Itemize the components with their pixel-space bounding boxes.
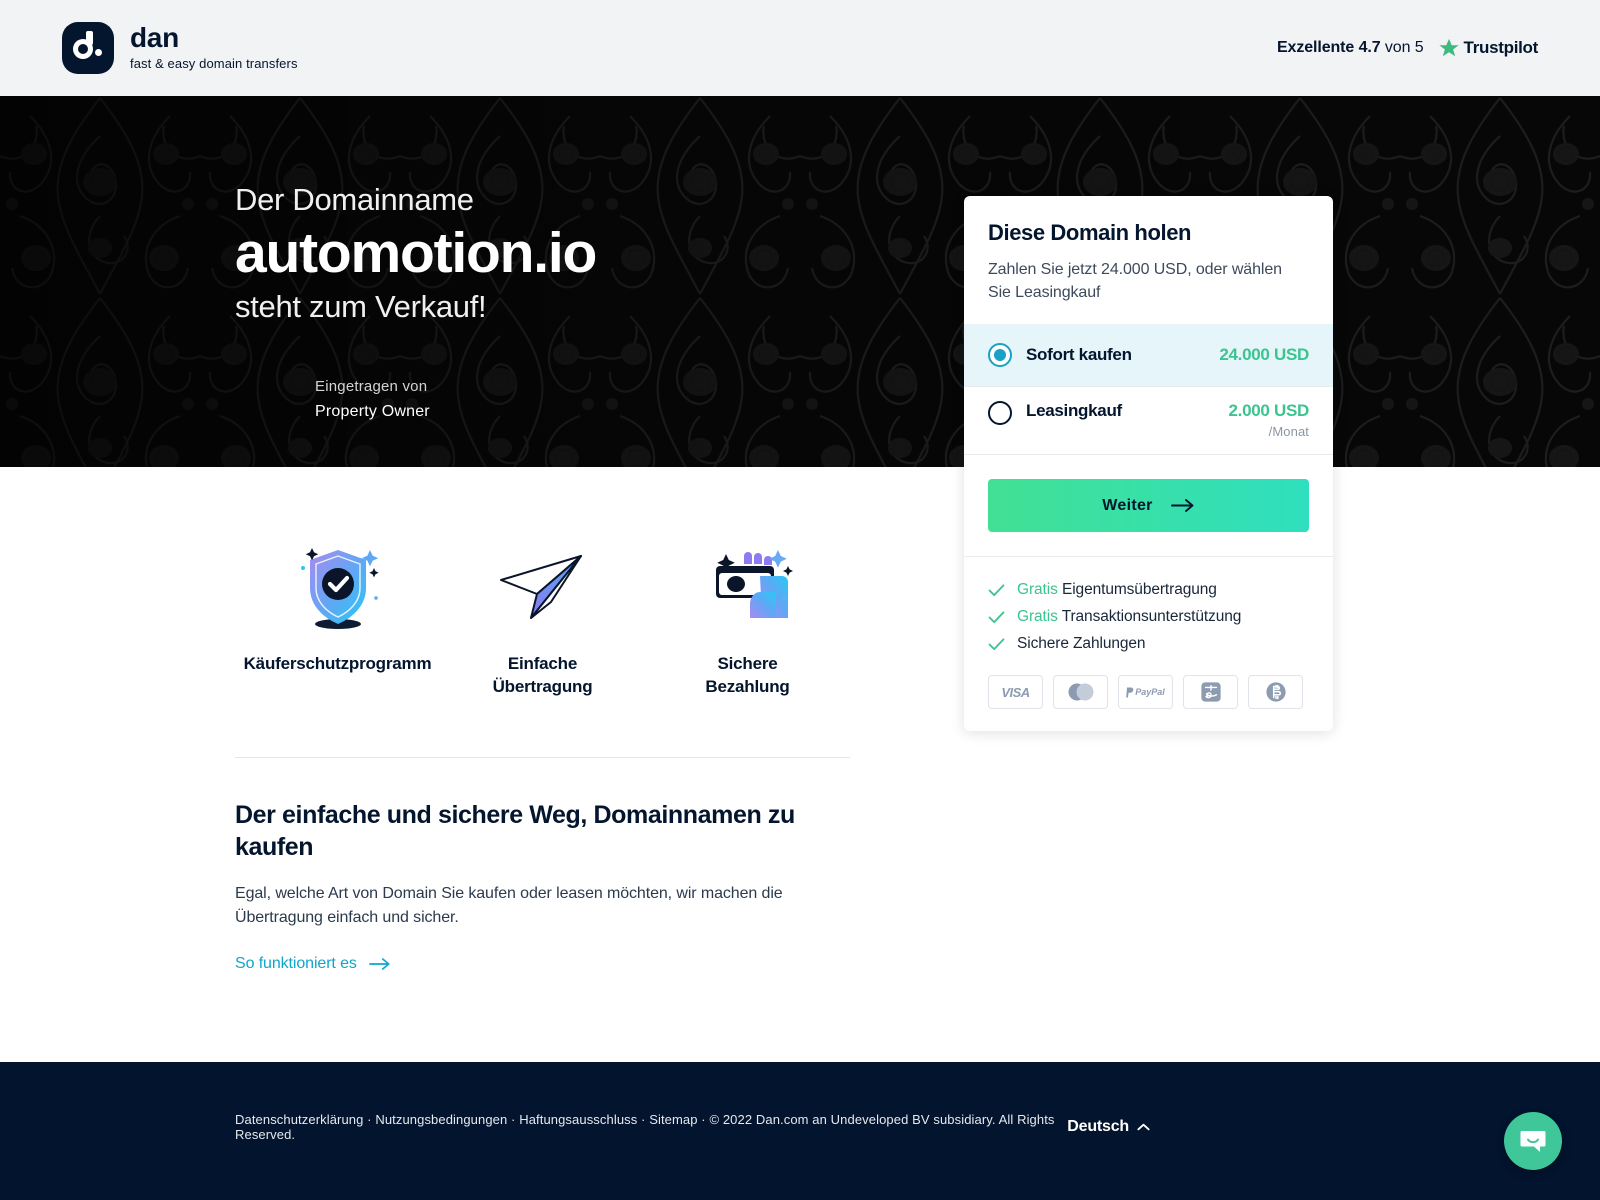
feature-label-line1: Einfache [507,654,578,673]
site-header: dan fast & easy domain transfers Exzelle… [0,0,1600,96]
guarantee-item: Gratis Eigentumsübertragung [988,581,1309,599]
hero-domain-name: automotion.io [235,220,597,285]
option-label: Sofort kaufen [1026,345,1132,365]
alipay-icon [1183,675,1238,710]
language-selector[interactable]: Deutsch [1067,1118,1150,1136]
card-header: Diese Domain holen Zahlen Sie jetzt 24.0… [964,196,1333,324]
mastercard-icon [1053,675,1108,710]
feature-label: Sichere Bezahlung [705,652,789,699]
hero-owner-block: Eingetragen von Property Owner [235,375,955,425]
card-title: Diese Domain holen [988,220,1192,245]
chat-bubble-icon [1520,1131,1546,1152]
option-period: /Monat [1268,424,1309,440]
check-icon [988,611,1005,623]
arrow-right-icon [1170,499,1194,513]
guarantee-text: Sichere Zahlungen [1017,635,1146,653]
paypal-label: PayPal [1135,687,1165,698]
hero-kicker: Der Domainname [235,182,474,217]
trustpilot-name: Trustpilot [1463,38,1539,57]
cta-container: Weiter [964,454,1333,556]
paper-plane-icon [493,536,593,636]
paypal-icon: PayPal [1118,675,1173,710]
trustpilot-rating[interactable]: Exzellente 4.7 von 5 Trustpilot [1277,37,1538,59]
footer-links: Datenschutzerklärung · Nutzungsbedingung… [235,1112,1067,1142]
guarantee-text: Eigentumsübertragung [1061,581,1217,599]
feature-label: Einfache Übertragung [493,652,593,699]
owner-label: Eingetragen von [315,378,428,396]
how-it-works-link[interactable]: So funktioniert es [235,955,391,973]
rating-text: Exzellente 4.7 von 5 [1277,39,1424,57]
hero-subtitle: steht zum Verkauf! [235,289,487,325]
hero-content: Der Domainname automotion.io steht zum V… [235,182,955,425]
site-footer: Datenschutzerklärung · Nutzungsbedingung… [0,1062,1600,1200]
feature-label: Käuferschutzprogramm [243,654,432,673]
info-title: Der einfache und sichere Weg, Domainname… [235,801,795,861]
radio-unselected-icon[interactable] [988,401,1012,426]
guarantee-text: Transaktionsunterstützung [1061,608,1242,626]
continue-label: Weiter [1102,496,1153,514]
feature-buyer-protection: Käuferschutzprogramm [235,536,440,675]
option-price: 24.000 USD [1219,345,1309,365]
trustpilot-logo[interactable]: Trustpilot [1438,37,1538,59]
option-buy-now[interactable]: Sofort kaufen 24.000 USD [964,324,1333,387]
brand-name: dan [130,22,179,54]
feature-easy-transfer: Einfache Übertragung [440,536,645,699]
bitcoin-icon [1248,675,1303,710]
chat-launcher-button[interactable] [1504,1112,1562,1170]
owner-name: Property Owner [315,403,430,421]
feature-label-line1: Sichere [717,654,778,673]
footer-link-terms[interactable]: Nutzungsbedingungen [375,1112,507,1127]
star-icon [1438,38,1459,57]
info-section: Der einfache und sichere Weg, Domainname… [235,800,860,973]
option-price: 2.000 USD [1228,401,1310,421]
option-label: Leasingkauf [1026,401,1122,421]
paypal-p-icon [1126,687,1134,698]
option-lease-to-own[interactable]: Leasingkauf 2.000 USD /Monat [964,386,1333,454]
continue-button[interactable]: Weiter [988,479,1309,533]
brand-logo[interactable]: dan fast & easy domain transfers [62,22,298,74]
page-root: dan fast & easy domain transfers Exzelle… [0,0,1600,1200]
section-divider [235,757,850,758]
visa-icon: VISA [988,675,1043,710]
shield-check-icon [288,536,388,636]
info-body: Egal, welche Art von Domain Sie kaufen o… [235,884,783,926]
payment-methods: VISA PayPal [988,675,1309,710]
visa-label: VISA [1001,684,1030,700]
purchase-card: Diese Domain holen Zahlen Sie jetzt 24.0… [964,196,1333,732]
check-icon [988,584,1005,596]
guarantee-free-tag: Gratis [1017,608,1058,626]
footer-separator: · [363,1112,376,1127]
how-it-works-label: So funktioniert es [235,954,357,972]
card-subtitle: Zahlen Sie jetzt 24.000 USD, oder wählen… [988,261,1282,302]
hero-banner: Der Domainname automotion.io steht zum V… [0,96,1600,467]
dan-logo-icon [62,22,114,74]
feature-label-line2: Bezahlung [705,677,790,697]
brand-tagline: fast & easy domain transfers [130,55,298,71]
feature-secure-payment: Sichere Bezahlung [645,536,850,699]
footer-separator: · [637,1112,650,1127]
rating-suffix: von 5 [1384,39,1424,56]
guarantee-list: Gratis Eigentumsübertragung Gratis Trans… [964,556,1333,731]
rating-prefix: Exzellente [1276,39,1355,56]
footer-separator: · [507,1112,520,1127]
arrow-right-icon [368,957,390,970]
footer-link-sitemap[interactable]: Sitemap [649,1112,697,1127]
footer-link-privacy[interactable]: Datenschutzerklärung [235,1112,363,1127]
hand-card-icon [698,536,798,636]
guarantee-item: Sichere Zahlungen [988,635,1309,653]
language-label: Deutsch [1067,1118,1129,1135]
feature-label-line2: Übertragung [492,677,593,697]
guarantee-free-tag: Gratis [1017,581,1058,599]
feature-list: Käuferschutzprogramm Einfache Übertragun… [235,536,850,699]
footer-link-disclaimer[interactable]: Haftungsausschluss [519,1112,637,1127]
rating-value: 4.7 [1358,39,1381,56]
radio-selected-icon[interactable] [988,343,1012,368]
footer-separator: · [697,1112,710,1127]
chevron-up-icon [1137,1123,1150,1130]
guarantee-item: Gratis Transaktionsunterstützung [988,608,1309,626]
check-icon [988,638,1005,650]
